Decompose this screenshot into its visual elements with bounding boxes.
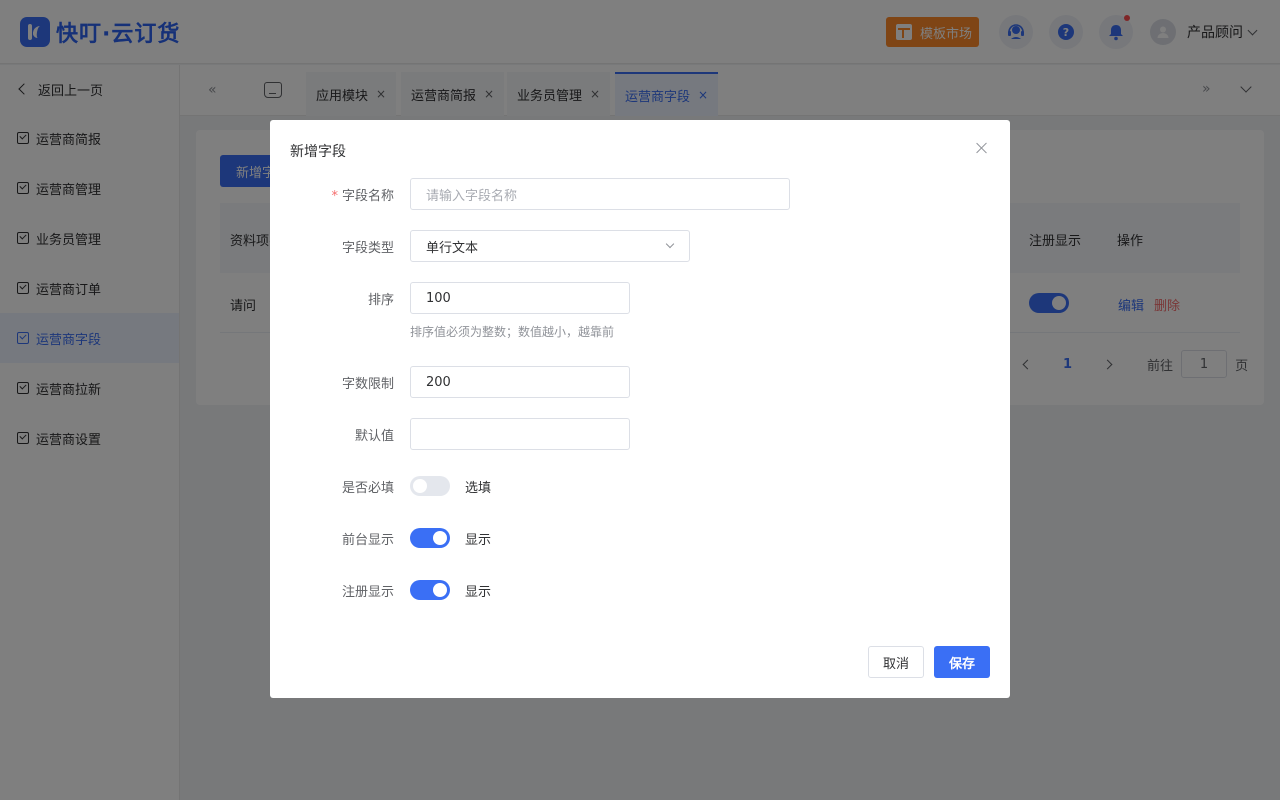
add-field-dialog: 新增字段 * 字段名称 请输入字段名称 字段类型 单行文本 排序 100 排序值必… [270, 120, 1010, 698]
required-switch[interactable] [410, 476, 450, 496]
default-value-input[interactable] [410, 418, 630, 450]
field-name-label: * 字段名称 [331, 185, 394, 204]
char-limit-input[interactable]: 200 [410, 366, 630, 398]
register-show-switch-text: 显示 [465, 585, 492, 600]
default-value-label: 默认值 [354, 429, 394, 444]
field-type-select[interactable]: 单行文本 [410, 230, 690, 262]
close-icon[interactable] [974, 140, 990, 156]
required-switch-text: 选填 [465, 481, 492, 496]
front-show-label: 前台显示 [341, 533, 394, 548]
dialog-title: 新增字段 [290, 144, 346, 160]
field-name-input[interactable]: 请输入字段名称 [410, 178, 790, 210]
chevron-down-icon [665, 239, 675, 249]
save-button[interactable]: 保存 [934, 646, 990, 678]
field-type-value: 单行文本 [426, 240, 479, 256]
register-show-switch-modal[interactable] [410, 580, 450, 600]
required-toggle-label: 是否必填 [341, 481, 394, 496]
sort-value: 100 [426, 290, 451, 306]
field-name-placeholder: 请输入字段名称 [426, 188, 518, 204]
cancel-button[interactable]: 取消 [868, 646, 924, 678]
required-asterisk: * [331, 189, 338, 204]
sort-hint: 排序值必须为整数；数值越小，越靠前 [410, 325, 615, 339]
front-show-switch-text: 显示 [465, 533, 492, 548]
char-limit-value: 200 [426, 374, 451, 390]
field-name-label-text: 字段名称 [341, 189, 394, 204]
char-limit-label: 字数限制 [341, 377, 394, 392]
sort-label: 排序 [367, 293, 394, 308]
sort-input[interactable]: 100 [410, 282, 630, 314]
field-type-label: 字段类型 [341, 241, 394, 256]
front-show-switch[interactable] [410, 528, 450, 548]
register-show-label: 注册显示 [341, 585, 394, 600]
